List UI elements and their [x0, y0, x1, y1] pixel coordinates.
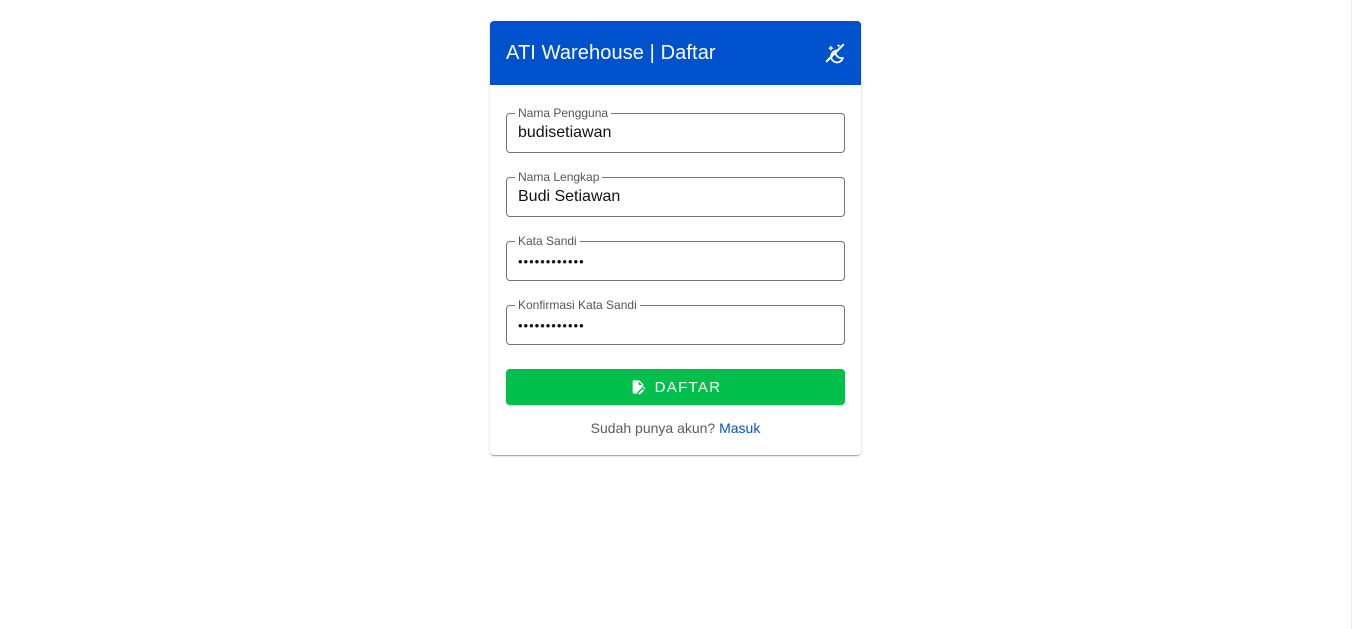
username-field: Nama Pengguna — [506, 106, 845, 153]
theme-toggle-icon — [825, 43, 845, 64]
login-prompt-text: Sudah punya akun? — [590, 420, 716, 436]
card-header: ATI Warehouse | Daftar — [490, 21, 861, 85]
page: ATI Warehouse | Daftar Nama Pengguna Nam… — [0, 0, 1352, 629]
password-input[interactable] — [518, 242, 838, 280]
register-card: ATI Warehouse | Daftar Nama Pengguna Nam… — [490, 21, 861, 455]
password-field: Kata Sandi — [506, 234, 845, 281]
register-button-label: DAFTAR — [654, 378, 722, 396]
confirm-password-input[interactable] — [518, 306, 838, 344]
confirm-password-field: Konfirmasi Kata Sandi — [506, 298, 845, 345]
login-prompt: Sudah punya akun? Masuk — [506, 420, 845, 436]
login-link[interactable]: Masuk — [719, 420, 760, 436]
fullname-input[interactable] — [518, 178, 838, 216]
card-body: Nama Pengguna Nama Lengkap Kata Sandi Ko… — [490, 85, 861, 436]
card-title: ATI Warehouse | Daftar — [506, 42, 716, 64]
username-input[interactable] — [518, 114, 838, 152]
fullname-field: Nama Lengkap — [506, 170, 845, 217]
register-button[interactable]: DAFTAR — [506, 369, 845, 405]
register-icon — [632, 380, 645, 395]
theme-toggle-button[interactable] — [821, 39, 849, 67]
